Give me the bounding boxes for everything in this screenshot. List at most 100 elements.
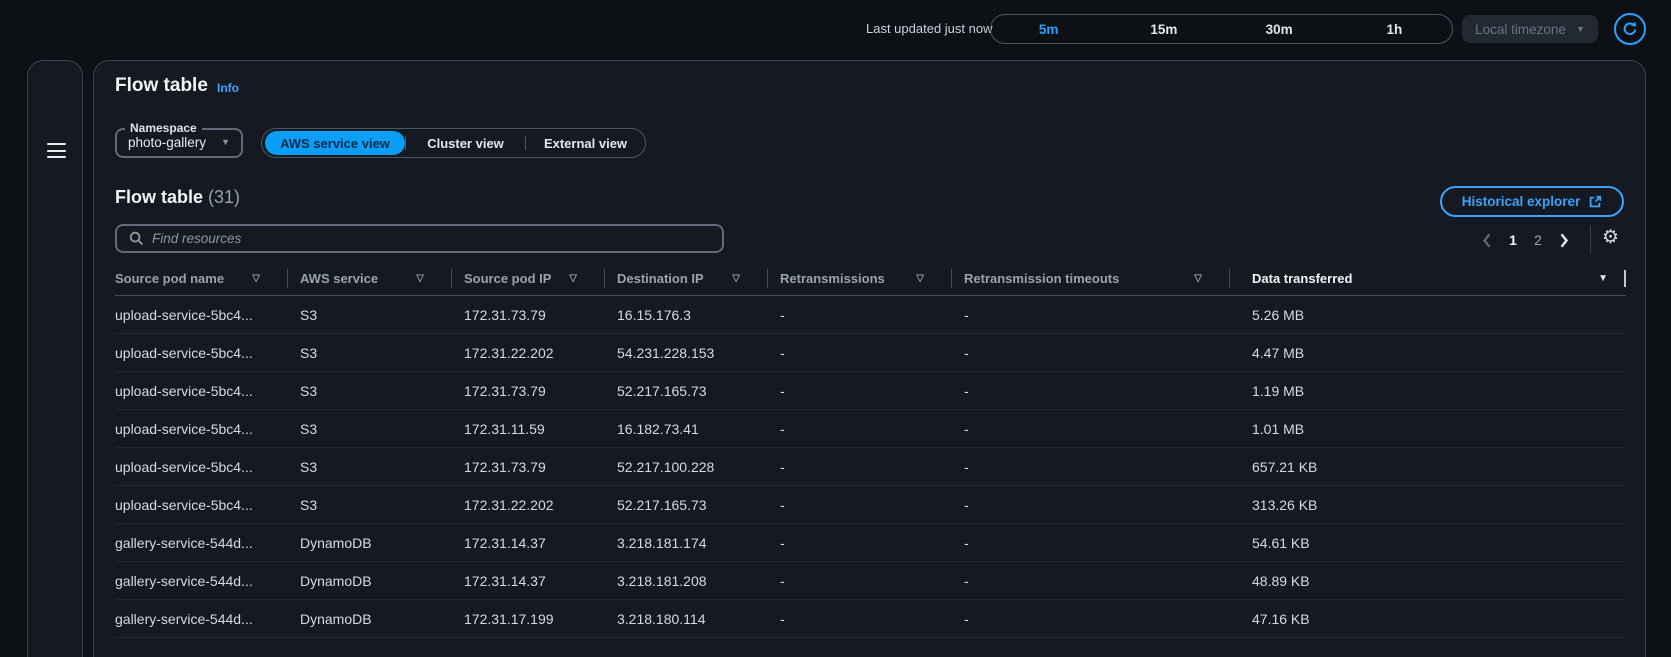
cell-source-pod-ip: 172.31.14.37 <box>452 524 605 561</box>
cell-source-pod-name: upload-service-5bc4... <box>115 372 288 409</box>
filter-icon[interactable]: ▽ <box>732 273 740 284</box>
column-header-destination-ip[interactable]: Destination IP ▽ <box>605 261 768 295</box>
filter-icon[interactable]: ▽ <box>1194 273 1202 284</box>
cell-data-transferred: 1.01 MB <box>1230 410 1626 447</box>
tab-cluster-view[interactable]: Cluster view <box>406 136 525 151</box>
page-number-1[interactable]: 1 <box>1505 232 1521 248</box>
cell-source-pod-name: upload-service-5bc4... <box>115 334 288 371</box>
cloudwatch-flow-table-screen: Last updated just now 5m 15m 30m 1h Loca… <box>0 0 1671 657</box>
cell-source-pod-ip: 172.31.73.79 <box>452 296 605 333</box>
sort-descending-icon[interactable]: ▼ <box>1598 273 1608 284</box>
search-field <box>115 224 724 253</box>
column-header-source-pod-name[interactable]: Source pod name ▽ <box>115 261 288 295</box>
cell-retransmissions: - <box>768 448 952 485</box>
column-header-source-pod-ip[interactable]: Source pod IP ▽ <box>452 261 605 295</box>
table-row: upload-service-5bc4... S3 172.31.22.202 … <box>115 486 1626 524</box>
table-row: upload-service-5bc4... S3 172.31.73.79 1… <box>115 296 1626 334</box>
cell-source-pod-name: gallery-service-544d... <box>115 562 288 599</box>
historical-explorer-button[interactable]: Historical explorer <box>1440 186 1624 217</box>
cell-destination-ip: 52.217.100.228 <box>605 448 768 485</box>
time-range-1h[interactable]: 1h <box>1337 15 1452 43</box>
cell-data-transferred: 5.26 MB <box>1230 296 1626 333</box>
time-range-group: 5m 15m 30m 1h <box>990 14 1453 44</box>
cell-source-pod-ip: 172.31.17.199 <box>452 600 605 637</box>
last-updated-text: Last updated just now <box>866 21 992 36</box>
next-page-icon[interactable] <box>1555 233 1573 248</box>
cell-source-pod-ip: 172.31.22.202 <box>452 334 605 371</box>
cell-source-pod-ip: 172.31.22.202 <box>452 486 605 523</box>
filter-icon[interactable]: ▽ <box>916 273 924 284</box>
cell-source-pod-ip: 172.31.73.79 <box>452 372 605 409</box>
table-row: upload-service-5bc4... S3 172.31.22.202 … <box>115 334 1626 372</box>
previous-page-icon[interactable] <box>1478 233 1496 248</box>
cell-aws-service: S3 <box>288 410 452 447</box>
table-row: upload-service-5bc4... S3 172.31.11.59 1… <box>115 410 1626 448</box>
cell-retransmissions: - <box>768 410 952 447</box>
gear-icon[interactable]: ⚙ <box>1602 226 1619 249</box>
table-row: upload-service-5bc4... S3 172.31.73.79 5… <box>115 372 1626 410</box>
cell-data-transferred: 313.26 KB <box>1230 486 1626 523</box>
column-header-data-transferred[interactable]: Data transferred ▼ <box>1230 261 1626 295</box>
cell-retransmissions: - <box>768 524 952 561</box>
cell-destination-ip: 3.218.181.174 <box>605 524 768 561</box>
namespace-value: photo-gallery <box>128 135 206 150</box>
info-link[interactable]: Info <box>217 81 239 95</box>
menu-icon[interactable] <box>47 143 66 163</box>
timezone-label: Local timezone <box>1475 22 1566 37</box>
refresh-button[interactable] <box>1614 13 1646 45</box>
column-resize-handle[interactable] <box>1624 270 1626 287</box>
time-range-30m[interactable]: 30m <box>1222 15 1337 43</box>
refresh-icon <box>1621 20 1639 38</box>
cell-aws-service: S3 <box>288 296 452 333</box>
cell-source-pod-name: gallery-service-544d... <box>115 600 288 637</box>
cell-destination-ip: 54.231.228.153 <box>605 334 768 371</box>
cell-destination-ip: 16.182.73.41 <box>605 410 768 447</box>
time-range-5m[interactable]: 5m <box>991 15 1106 43</box>
cell-retransmissions: - <box>768 562 952 599</box>
filter-icon[interactable]: ▽ <box>252 273 260 284</box>
column-header-retransmissions[interactable]: Retransmissions ▽ <box>768 261 952 295</box>
cell-destination-ip: 52.217.165.73 <box>605 372 768 409</box>
toolbar-divider <box>1590 226 1591 253</box>
table-row: gallery-service-544d... DynamoDB 172.31.… <box>115 562 1626 600</box>
chevron-down-icon: ▼ <box>1576 24 1585 34</box>
page-number-2[interactable]: 2 <box>1530 232 1546 248</box>
filter-icon[interactable]: ▽ <box>569 273 577 284</box>
cell-retransmission-timeouts: - <box>952 334 1230 371</box>
cell-retransmissions: - <box>768 372 952 409</box>
cell-data-transferred: 48.89 KB <box>1230 562 1626 599</box>
external-link-icon <box>1588 195 1602 209</box>
table-header: Source pod name ▽ AWS service ▽ Source p… <box>115 261 1626 296</box>
time-range-15m[interactable]: 15m <box>1106 15 1221 43</box>
search-input[interactable] <box>152 231 710 246</box>
table-row: upload-service-5bc4... S3 172.31.73.79 5… <box>115 448 1626 486</box>
cell-retransmissions: - <box>768 600 952 637</box>
cell-retransmission-timeouts: - <box>952 562 1230 599</box>
view-segmented-control: AWS service view Cluster view External v… <box>261 128 646 158</box>
cell-aws-service: S3 <box>288 448 452 485</box>
cell-retransmissions: - <box>768 334 952 371</box>
cell-data-transferred: 54.61 KB <box>1230 524 1626 561</box>
table-row: gallery-service-544d... DynamoDB 172.31.… <box>115 600 1626 638</box>
cell-aws-service: DynamoDB <box>288 600 452 637</box>
column-header-retransmission-timeouts[interactable]: Retransmission timeouts ▽ <box>952 261 1230 295</box>
cell-retransmissions: - <box>768 296 952 333</box>
cell-aws-service: DynamoDB <box>288 562 452 599</box>
table-title: Flow table (31) <box>115 187 240 208</box>
cell-data-transferred: 1.19 MB <box>1230 372 1626 409</box>
cell-source-pod-ip: 172.31.11.59 <box>452 410 605 447</box>
filter-icon[interactable]: ▽ <box>416 273 424 284</box>
tab-external-view[interactable]: External view <box>526 136 645 151</box>
cell-data-transferred: 4.47 MB <box>1230 334 1626 371</box>
column-header-aws-service[interactable]: AWS service ▽ <box>288 261 452 295</box>
cell-data-transferred: 657.21 KB <box>1230 448 1626 485</box>
cell-destination-ip: 3.218.181.208 <box>605 562 768 599</box>
cell-data-transferred: 47.16 KB <box>1230 600 1626 637</box>
cell-retransmissions: - <box>768 486 952 523</box>
pagination: 1 2 <box>1478 227 1573 253</box>
timezone-dropdown[interactable]: Local timezone ▼ <box>1462 15 1598 43</box>
cell-destination-ip: 52.217.165.73 <box>605 486 768 523</box>
namespace-select[interactable]: Namespace photo-gallery ▼ <box>115 128 243 158</box>
tab-aws-service-view[interactable]: AWS service view <box>265 131 405 155</box>
cell-source-pod-ip: 172.31.73.79 <box>452 448 605 485</box>
